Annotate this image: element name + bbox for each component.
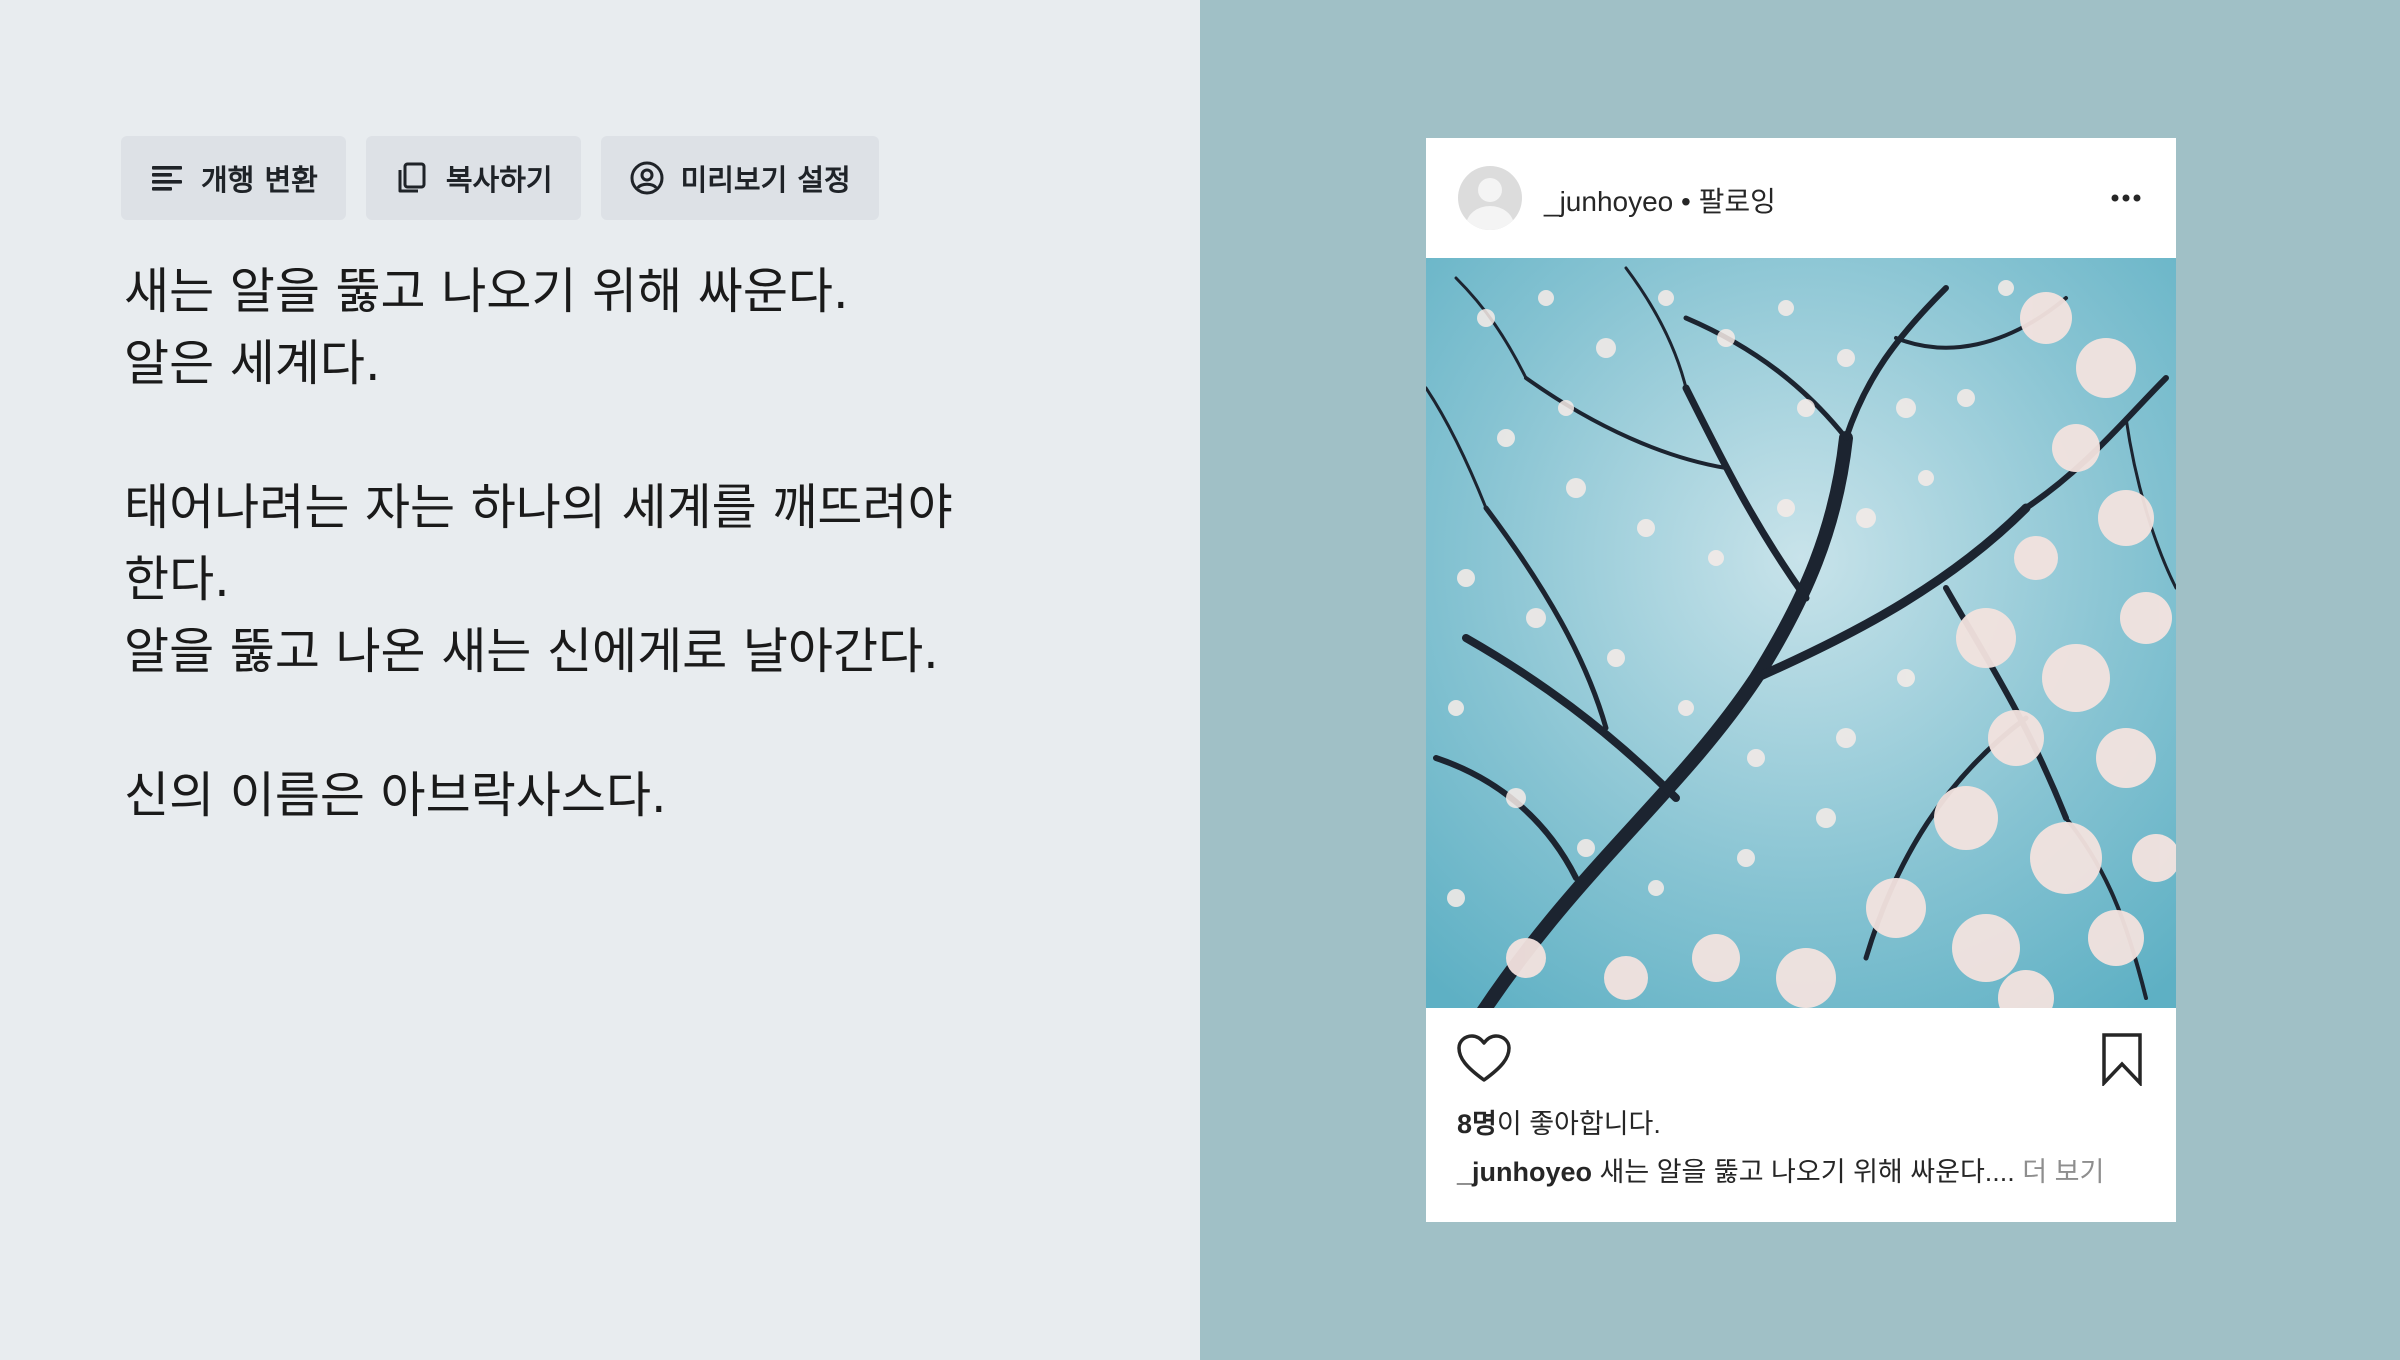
post-username[interactable]: _junhoyeo <box>1544 186 1673 217</box>
post-caption: _junhoyeo 새는 알을 뚫고 나오기 위해 싸운다.... 더 보기 <box>1457 1150 2157 1189</box>
editor-line-blank <box>124 688 1004 760</box>
copy-icon <box>398 162 426 193</box>
ellipsis-icon <box>2111 194 2141 202</box>
copy-label: 복사하기 <box>445 163 553 197</box>
editor-line: 신의 이름은 아브락사스다. <box>124 767 667 824</box>
post-header: _junhoyeo • 팔로잉 <box>1426 138 2176 258</box>
editor-line: 태어나려는 자는 하나의 세계를 깨뜨려야 <box>124 479 953 536</box>
editor-line: 한다. <box>124 551 230 608</box>
line-break-convert-label: 개행 변환 <box>201 163 318 197</box>
more-options-button[interactable] <box>2106 180 2146 216</box>
likes-count[interactable]: 8명이 좋아합니다. <box>1457 1102 1661 1141</box>
bookmark-icon <box>2102 1033 2142 1088</box>
editor-pane: 개행 변환 복사하기 미리보기 설정 새는 알을 뚫고 나오기 위해 싸운다. … <box>0 0 1200 1360</box>
avatar[interactable] <box>1458 166 1522 230</box>
toolbar: 개행 변환 복사하기 미리보기 설정 <box>121 136 879 220</box>
see-more-link[interactable]: 더 보기 <box>2015 1157 2104 1187</box>
editor-line-blank <box>124 400 1004 472</box>
editor-line: 알은 세계다. <box>124 335 381 392</box>
post-header-text: _junhoyeo • 팔로잉 <box>1544 180 1776 220</box>
line-break-convert-button[interactable]: 개행 변환 <box>121 136 346 220</box>
post-photo <box>1426 258 2176 1008</box>
copy-button[interactable]: 복사하기 <box>365 136 581 220</box>
editor-line: 새는 알을 뚫고 나오기 위해 싸운다. <box>124 263 849 320</box>
likes-number: 8명 <box>1457 1109 1497 1139</box>
like-button[interactable] <box>1456 1034 1512 1084</box>
follow-status[interactable]: • 팔로잉 <box>1681 186 1776 217</box>
likes-suffix: 이 좋아합니다. <box>1496 1109 1661 1139</box>
heart-icon <box>1457 1034 1511 1082</box>
instagram-post-preview: _junhoyeo • 팔로잉 8명이 좋아합니다. _junhoyeo 새는 … <box>1426 138 2176 1222</box>
user-circle-icon <box>630 161 664 195</box>
caption-text: 새는 알을 뚫고 나오기 위해 싸운다.... <box>1592 1157 2015 1187</box>
preview-settings-button[interactable]: 미리보기 설정 <box>600 136 879 220</box>
blossom-tree-photo-icon <box>1426 258 2176 1008</box>
editor-line: 알을 뚫고 나온 새는 신에게로 날아간다. <box>124 623 939 680</box>
bookmark-button[interactable] <box>2098 1032 2146 1088</box>
text-editor[interactable]: 새는 알을 뚫고 나오기 위해 싸운다. 알은 세계다. 태어나려는 자는 하나… <box>124 256 1004 832</box>
post-actions: 8명이 좋아합니다. _junhoyeo 새는 알을 뚫고 나오기 위해 싸운다… <box>1426 1008 2176 1222</box>
align-left-icon <box>152 166 182 191</box>
preview-settings-label: 미리보기 설정 <box>680 163 851 197</box>
caption-username[interactable]: _junhoyeo <box>1457 1157 1592 1187</box>
